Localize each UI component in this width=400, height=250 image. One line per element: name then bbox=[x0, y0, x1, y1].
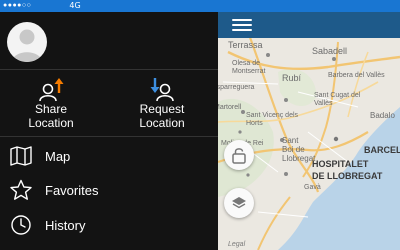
star-icon bbox=[8, 179, 34, 201]
clock-icon bbox=[8, 214, 34, 236]
map-toolbar bbox=[218, 12, 400, 38]
request-location-label-2: Location bbox=[139, 116, 185, 130]
avatar[interactable] bbox=[7, 22, 47, 62]
signal-strength: ●●●●○○ bbox=[3, 2, 32, 9]
map-icon bbox=[8, 146, 34, 166]
map-label-badalona: Badalo bbox=[370, 111, 395, 120]
share-location-label-2: Location bbox=[28, 116, 74, 130]
menu-item-favorites-label: Favorites bbox=[45, 182, 99, 198]
map-label-rubi: Rubí bbox=[282, 73, 302, 83]
user-avatar-icon bbox=[12, 29, 42, 62]
share-location-label-1: Share bbox=[34, 102, 68, 116]
menu-item-map-label: Map bbox=[45, 148, 71, 164]
map-layers-button[interactable] bbox=[224, 188, 254, 218]
lock-button[interactable] bbox=[224, 140, 254, 170]
map-label-olesa: Olesa de Montserrat bbox=[232, 60, 266, 75]
share-location-button[interactable]: Share Location bbox=[6, 74, 96, 130]
map-label-sabadell: Sabadell bbox=[312, 46, 348, 56]
actions-divider bbox=[0, 136, 218, 137]
map-label-terrassa: Terrassa bbox=[228, 40, 263, 50]
navigation-drawer: Share Location Request Location Map Favo… bbox=[0, 12, 218, 250]
map-label-sant-vicenc: Sant Vicenç dels Horts bbox=[246, 112, 299, 127]
map-label-sant-boi-2: Boi de bbox=[282, 145, 305, 154]
map-label-barbera: Barbera del Vallès bbox=[328, 72, 385, 79]
map-label-gava: Gavà bbox=[304, 184, 321, 191]
map-label-esparreguera: Esparreguera bbox=[218, 84, 255, 91]
status-bar: ●●●●○○ 4G bbox=[0, 0, 400, 12]
carrier-label: 4G bbox=[69, 1, 81, 10]
layers-icon bbox=[232, 197, 246, 209]
menu-item-history[interactable]: History bbox=[0, 208, 218, 242]
map-label-sant-boi-3: Llobregat bbox=[282, 154, 316, 163]
map-label-hospitalet-2: DE LLOBREGAT bbox=[312, 171, 383, 181]
menu-item-favorites[interactable]: Favorites bbox=[0, 173, 218, 207]
request-location-icon bbox=[150, 78, 174, 102]
lock-icon bbox=[232, 148, 246, 164]
request-location-button[interactable]: Request Location bbox=[117, 74, 207, 130]
hamburger-menu-icon[interactable] bbox=[232, 19, 252, 32]
map-view[interactable]: Terrassa Sabadell Olesa de Montserrat Ru… bbox=[218, 12, 400, 250]
map-label-sant-cugat: Sant Cugat del Vallès bbox=[314, 92, 361, 107]
menu-item-map[interactable]: Map bbox=[0, 139, 218, 173]
share-location-icon bbox=[39, 78, 64, 102]
menu-item-history-label: History bbox=[45, 217, 86, 233]
map-label-sant-boi-1: Sant bbox=[282, 136, 299, 145]
header-divider bbox=[0, 69, 218, 70]
map-label-hospitalet-1: HOSPITALET bbox=[312, 159, 369, 169]
map-label-barcelona: BARCELON bbox=[364, 145, 400, 155]
map-label-martorell: Martorell bbox=[218, 104, 242, 111]
map-legal-label: Legal bbox=[228, 241, 246, 248]
request-location-label-1: Request bbox=[139, 102, 185, 116]
